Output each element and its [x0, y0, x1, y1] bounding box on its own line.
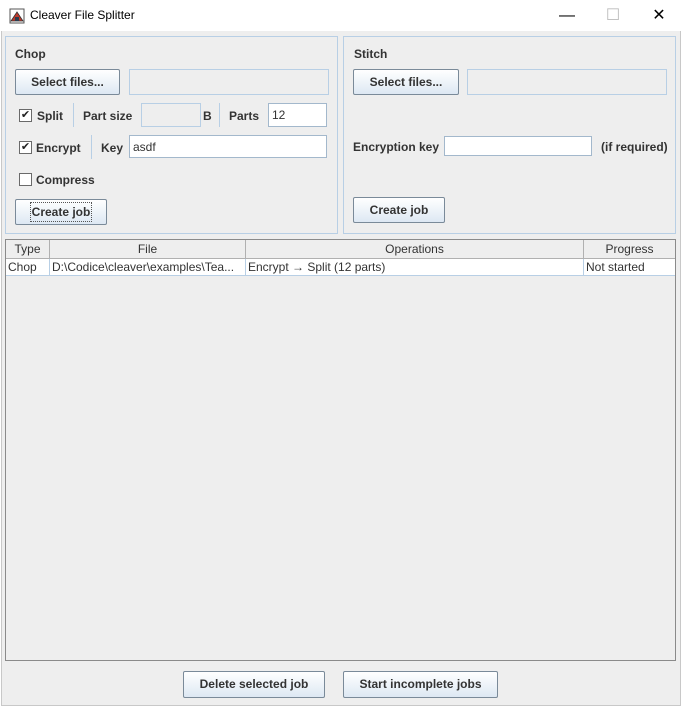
cell-progress[interactable]: Not started — [584, 259, 675, 276]
delete-selected-job-button[interactable]: Delete selected job — [183, 671, 325, 698]
stitch-select-files-button[interactable]: Select files... — [353, 69, 459, 95]
column-header-file[interactable]: File — [50, 240, 246, 259]
compress-checkbox[interactable] — [19, 173, 32, 186]
check-icon: ✔ — [20, 141, 31, 153]
cell-type[interactable]: Chop — [6, 259, 50, 276]
column-header-progress[interactable]: Progress — [584, 240, 675, 259]
stitch-selected-files-field[interactable] — [467, 69, 667, 95]
chop-create-job-label: Create job — [29, 202, 93, 222]
window-title: Cleaver File Splitter — [30, 8, 135, 22]
parts-field[interactable]: 12 — [268, 103, 327, 127]
stitch-title: Stitch — [354, 47, 388, 61]
part-size-field[interactable] — [141, 103, 201, 127]
close-button[interactable]: ✕ — [636, 0, 682, 31]
check-icon: ✔ — [20, 109, 31, 121]
chop-create-job-button[interactable]: Create job — [15, 199, 107, 225]
key-label: Key — [101, 141, 124, 155]
compress-label: Compress — [36, 173, 95, 187]
separator — [219, 103, 220, 127]
title-bar[interactable]: Cleaver File Splitter — ☐ ✕ — [0, 0, 682, 31]
app-icon — [9, 8, 25, 24]
encryption-key-label: Encryption key — [353, 140, 440, 154]
part-size-label: Part size — [83, 109, 133, 123]
chop-select-files-button[interactable]: Select files... — [15, 69, 120, 95]
minimize-button[interactable]: — — [544, 0, 590, 31]
jobs-table[interactable]: Type File Operations Progress Chop D:\Co… — [5, 239, 676, 661]
cell-file[interactable]: D:\Codice\cleaver\examples\Tea... — [50, 259, 246, 276]
encrypt-checkbox[interactable]: ✔ — [19, 141, 32, 154]
chop-title: Chop — [15, 47, 46, 61]
column-header-type[interactable]: Type — [6, 240, 50, 259]
chop-selected-files-field[interactable] — [129, 69, 329, 95]
close-icon: ✕ — [652, 7, 666, 24]
encrypt-label: Encrypt — [36, 141, 81, 155]
parts-label: Parts — [229, 109, 260, 123]
key-field[interactable]: asdf — [129, 135, 327, 158]
maximize-button[interactable]: ☐ — [590, 0, 636, 31]
separator — [73, 103, 74, 127]
maximize-icon: ☐ — [605, 7, 621, 24]
encryption-key-field[interactable] — [444, 136, 592, 156]
split-label: Split — [37, 109, 63, 123]
stitch-create-job-button[interactable]: Create job — [353, 197, 445, 223]
separator — [91, 135, 92, 159]
part-size-unit: B — [203, 109, 212, 123]
minimize-icon: — — [559, 7, 575, 24]
cell-operations[interactable]: Encrypt → Split (12 parts) — [246, 259, 584, 276]
start-incomplete-jobs-button[interactable]: Start incomplete jobs — [343, 671, 498, 698]
column-header-operations[interactable]: Operations — [246, 240, 584, 259]
if-required-label: (if required) — [601, 140, 668, 154]
split-checkbox[interactable]: ✔ — [19, 109, 32, 122]
